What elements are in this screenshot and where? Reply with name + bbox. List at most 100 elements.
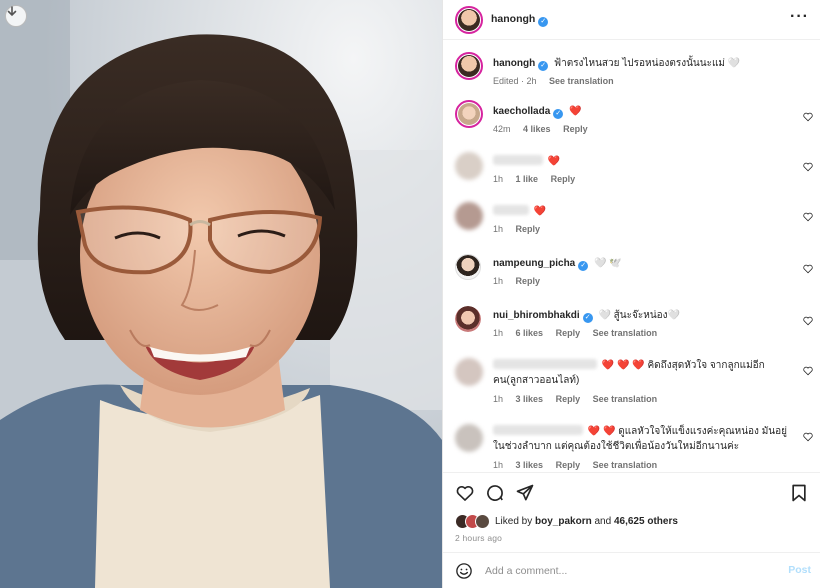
comment-body: ❤️: [547, 156, 561, 167]
comment-bubble-icon[interactable]: [485, 483, 505, 503]
comment-see-translation[interactable]: See translation: [593, 460, 658, 470]
likes-count[interactable]: 46,625 others: [614, 516, 678, 527]
comment-meta: 1h 3 likes Reply See translation: [493, 460, 667, 470]
comment-body: 🤍 สู้นะจ๊ะหน่อง🤍: [598, 310, 680, 321]
verified-badge-icon: ✓: [538, 61, 549, 71]
more-options-button[interactable]: ···: [790, 9, 809, 25]
comment-see-translation[interactable]: See translation: [593, 394, 658, 404]
comment-body: ❤️: [533, 206, 547, 217]
comment-time: 1h: [493, 460, 504, 470]
comment-time: 1h: [493, 328, 504, 338]
post-comment-button[interactable]: Post: [788, 564, 811, 576]
comment-reply-button[interactable]: Reply: [556, 328, 581, 338]
comment-reply-button[interactable]: Reply: [556, 460, 581, 470]
comment-row: ❤️ 1h Reply: [443, 200, 820, 242]
comment-likes[interactable]: 3 likes: [516, 460, 544, 470]
comment-avatar[interactable]: [455, 358, 483, 386]
caption-see-translation[interactable]: See translation: [549, 76, 614, 86]
author-username[interactable]: hanongh ✓: [491, 13, 549, 27]
blurred-username: [493, 205, 529, 215]
like-heart-icon[interactable]: [455, 483, 475, 503]
comment-reply-button[interactable]: Reply: [556, 394, 581, 404]
caption-row: hanongh ✓ ฟ้าตรงไหนสวย ไปรอหน่องตรงนั้นนะ…: [443, 52, 820, 92]
verified-badge-icon: ✓: [553, 109, 564, 119]
comment-avatar[interactable]: [455, 152, 483, 180]
comment-time: 1h: [493, 394, 504, 404]
post-actions: Liked by boy_pakorn and 46,625 others 2 …: [443, 472, 820, 552]
comment-time: 1h: [493, 276, 504, 286]
caption-edited: Edited · 2h: [493, 76, 537, 86]
like-comment-heart-icon[interactable]: [803, 316, 813, 326]
caption-username[interactable]: hanongh: [493, 58, 535, 69]
comment-text: ❤️: [493, 204, 793, 219]
comment-username[interactable]: kaechollada: [493, 106, 550, 117]
like-comment-heart-icon[interactable]: [803, 162, 813, 172]
comment-likes[interactable]: 6 likes: [516, 328, 544, 338]
comment-row: nampeung_picha ✓ 🤍 🕊️ 1h Reply: [443, 252, 820, 294]
blurred-username: [493, 425, 583, 435]
comment-username[interactable]: nampeung_picha: [493, 258, 575, 269]
like-comment-heart-icon[interactable]: [803, 432, 813, 442]
comment-meta: 1h 1 like Reply: [493, 174, 585, 184]
post-timestamp[interactable]: 2 hours ago: [455, 533, 502, 543]
comment-time: 1h: [493, 174, 504, 184]
save-bookmark-icon[interactable]: [789, 483, 809, 503]
author-avatar[interactable]: [455, 6, 483, 34]
comment-text: ❤️ ❤️ ❤️ คิดถึงสุดหัวใจ จากลูกแม่อีกคน(ล…: [493, 358, 789, 388]
comment-username[interactable]: nui_bhirombhakdi: [493, 310, 580, 321]
liked-by-username[interactable]: boy_pakorn: [535, 516, 592, 527]
comment-likes[interactable]: 1 like: [516, 174, 539, 184]
comment-row: ❤️ ❤️ ❤️ คิดถึงสุดหัวใจ จากลูกแม่อีกคน(ล…: [443, 354, 820, 412]
comment-avatar[interactable]: [455, 100, 483, 128]
like-comment-heart-icon[interactable]: [803, 366, 813, 376]
comment-avatar[interactable]: [455, 202, 483, 230]
liked-by-avatars[interactable]: [455, 514, 495, 530]
comment-text: ❤️: [493, 154, 793, 169]
verified-badge-icon: ✓: [582, 313, 593, 323]
comment-meta: 1h Reply: [493, 276, 550, 286]
blurred-username: [493, 155, 543, 165]
comment-reply-button[interactable]: Reply: [516, 224, 541, 234]
portrait-illustration: [0, 0, 442, 588]
liked-by-and: and: [594, 516, 612, 527]
comment-time: 42m: [493, 124, 511, 134]
comment-text: nampeung_picha ✓ 🤍 🕊️: [493, 256, 793, 271]
add-comment-bar: Post: [443, 552, 820, 588]
caption-meta: Edited · 2h See translation: [493, 76, 624, 86]
comment-meta: 1h Reply: [493, 224, 550, 234]
download-button[interactable]: [5, 5, 27, 27]
verified-badge-icon: ✓: [578, 261, 589, 271]
comments-list[interactable]: hanongh ✓ ฟ้าตรงไหนสวย ไปรอหน่องตรงนั้นนะ…: [443, 40, 820, 472]
instagram-post-modal: hanongh ✓ ··· hanongh ✓ ฟ้าตรงไหนสวย ไปรอห…: [0, 0, 820, 588]
comment-meta: 1h 3 likes Reply See translation: [493, 394, 667, 404]
comment-reply-button[interactable]: Reply: [551, 174, 576, 184]
comment-row: kaechollada ✓ ❤️ 42m 4 likes Reply: [443, 100, 820, 142]
comment-likes[interactable]: 4 likes: [523, 124, 551, 134]
comment-time: 1h: [493, 224, 504, 234]
comment-see-translation[interactable]: See translation: [593, 328, 658, 338]
comment-input[interactable]: [485, 564, 765, 578]
comment-row: ❤️ ❤️ ดูแลหัวใจให้แข็งแรงค่ะคุณหน่อง มัน…: [443, 420, 820, 472]
verified-badge-icon: ✓: [538, 17, 549, 27]
like-comment-heart-icon[interactable]: [803, 264, 813, 274]
emoji-icon[interactable]: [455, 562, 473, 580]
comment-avatar[interactable]: [455, 424, 483, 452]
like-comment-heart-icon[interactable]: [803, 112, 813, 122]
comment-avatar[interactable]: [455, 306, 481, 332]
caption-text: hanongh ✓ ฟ้าตรงไหนสวย ไปรอหน่องตรงนั้นนะ…: [493, 56, 793, 71]
like-comment-heart-icon[interactable]: [803, 212, 813, 222]
comment-avatar[interactable]: [455, 254, 481, 280]
comment-reply-button[interactable]: Reply: [516, 276, 541, 286]
share-paper-plane-icon[interactable]: [515, 483, 535, 503]
comment-meta: 42m 4 likes Reply: [493, 124, 598, 134]
comment-text: ❤️ ❤️ ดูแลหัวใจให้แข็งแรงค่ะคุณหน่อง มัน…: [493, 424, 789, 454]
comment-body: ❤️: [569, 106, 582, 117]
comment-body: 🤍 🕊️: [594, 258, 622, 269]
post-header: hanongh ✓ ···: [443, 0, 820, 40]
comment-reply-button[interactable]: Reply: [563, 124, 588, 134]
caption-avatar[interactable]: [455, 52, 483, 80]
comment-row: ❤️ 1h 1 like Reply: [443, 150, 820, 192]
comment-likes[interactable]: 3 likes: [516, 394, 544, 404]
header-username-text[interactable]: hanongh: [491, 13, 535, 25]
post-photo[interactable]: [0, 0, 442, 588]
